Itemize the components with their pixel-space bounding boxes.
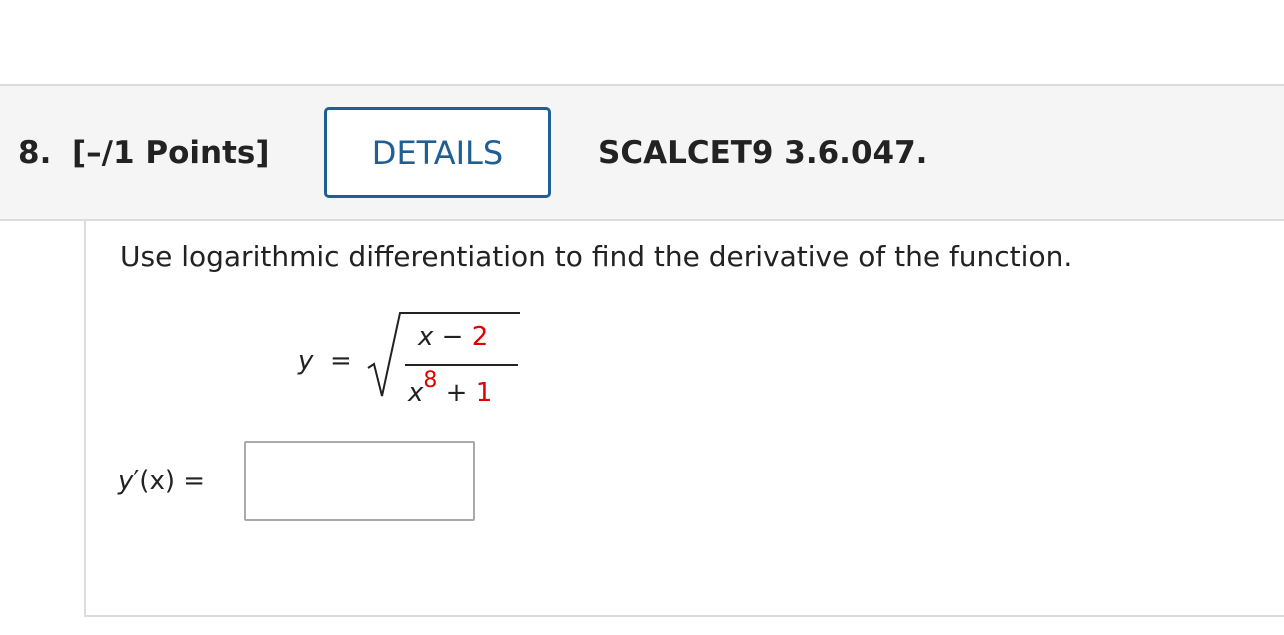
numerator-variable: x: [418, 322, 434, 352]
denominator-constant: 1: [475, 378, 493, 408]
answer-label-variable: y: [118, 466, 134, 496]
numerator-constant: 2: [471, 322, 489, 352]
problem-prompt: Use logarithmic differentiation to find …: [120, 240, 1073, 273]
denominator-exponent: 8: [423, 368, 438, 393]
question-points: [–/1 Points]: [72, 135, 270, 171]
question-number: 8.: [18, 135, 52, 171]
fraction-bar: [405, 364, 518, 366]
answer-label-rest: ′(x) =: [133, 466, 206, 496]
question-reference: SCALCET9 3.6.047.: [598, 135, 928, 171]
function-equals-sign: =: [330, 346, 352, 376]
fraction-denominator: x8 + 1: [408, 370, 493, 409]
denominator-operator: +: [437, 378, 476, 408]
function-lhs: y: [298, 346, 314, 376]
numerator-operator: −: [433, 322, 472, 352]
answer-input[interactable]: [244, 441, 475, 521]
answer-label: y′(x) =: [118, 466, 205, 496]
question-body: [84, 221, 1284, 617]
fraction-numerator: x − 2: [418, 322, 488, 352]
denominator-variable: x: [408, 378, 424, 408]
details-button[interactable]: DETAILS: [324, 107, 551, 198]
